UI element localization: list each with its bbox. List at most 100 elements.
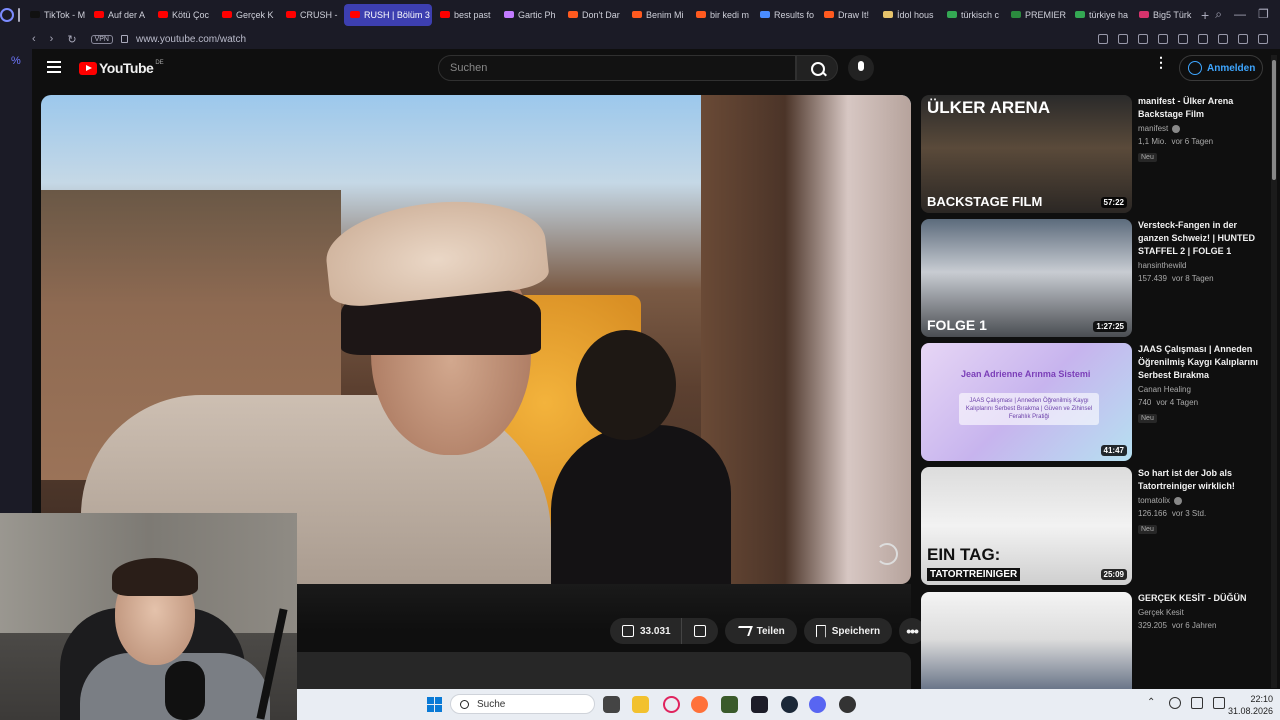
video-player[interactable] xyxy=(41,95,911,584)
voice-search-button[interactable] xyxy=(848,55,874,81)
volume-icon[interactable] xyxy=(1213,697,1225,709)
browser-tab[interactable]: Results fo xyxy=(754,4,816,26)
browser-tab[interactable]: türkisch c xyxy=(941,4,1003,26)
opera-gx-icon[interactable] xyxy=(663,696,680,713)
back-icon[interactable]: ‹ xyxy=(32,33,36,45)
channel-name[interactable]: tomatolix xyxy=(1138,496,1170,505)
download-icon[interactable] xyxy=(1238,34,1248,44)
recommended-video[interactable]: Jean Adrienne Arınma Sistemi JAAS Çalışma… xyxy=(921,343,1266,463)
browser-tab[interactable]: TikTok - M xyxy=(24,4,86,26)
browser-tab[interactable]: Big5 Türk xyxy=(1133,4,1195,26)
heart-icon[interactable] xyxy=(1178,34,1188,44)
dislike-button[interactable] xyxy=(681,618,718,644)
tab-label: Benim Mi xyxy=(646,9,684,20)
editor-app-icon[interactable] xyxy=(751,696,768,713)
video-title[interactable]: JAAS Çalışması | Anneden Öğrenilmiş Kayg… xyxy=(1138,343,1266,382)
video-meta: 157.439 vor 8 Tagen xyxy=(1138,274,1266,283)
profile-icon[interactable] xyxy=(1218,34,1228,44)
url-field[interactable]: www.youtube.com/watch xyxy=(136,34,246,45)
video-thumbnail[interactable]: ÜLKER ARENA BACKSTAGE FILM 57:22 xyxy=(921,95,1132,213)
search-tabs-icon[interactable]: ⌕ xyxy=(1215,7,1222,22)
browser-tab[interactable]: Draw It! xyxy=(818,4,875,26)
browser-tab[interactable]: bir kedi m xyxy=(690,4,752,26)
maximize-icon[interactable]: ❐ xyxy=(1258,7,1269,22)
tab-islands-icon[interactable] xyxy=(18,7,20,22)
channel-name[interactable]: manifest xyxy=(1138,124,1168,133)
lock-icon[interactable] xyxy=(120,35,128,43)
video-thumbnail[interactable]: EIN TAG: TATORTREINIGER 25:09 xyxy=(921,467,1132,585)
file-explorer-icon[interactable] xyxy=(632,696,649,713)
browser-tab[interactable]: best past xyxy=(434,4,496,26)
settings-menu-icon[interactable]: ⋮ xyxy=(1154,55,1168,69)
taskbar-search[interactable]: Suche xyxy=(450,694,595,714)
recommended-video[interactable]: FOLGE 1 1:27:25 Versteck-Fangen in der gan… xyxy=(921,219,1266,339)
browser-tab[interactable]: Kötü Çoc xyxy=(152,4,214,26)
browser-tab[interactable]: PREMIER xyxy=(1005,4,1067,26)
firefox-icon[interactable] xyxy=(691,696,708,713)
save-button[interactable]: Speichern xyxy=(803,618,893,644)
tray-overflow-icon[interactable]: ⌃ xyxy=(1147,697,1159,709)
tab-favicon-icon xyxy=(696,11,706,18)
channel-name[interactable]: hansinthewild xyxy=(1138,261,1186,270)
player-icon[interactable] xyxy=(1158,34,1168,44)
pin-icon[interactable] xyxy=(1098,34,1108,44)
browser-tab[interactable]: İdol hous xyxy=(877,4,939,26)
search-button[interactable] xyxy=(796,55,838,81)
sign-in-button[interactable]: Anmelden xyxy=(1179,55,1263,81)
browser-tab[interactable]: Auf der A xyxy=(88,4,150,26)
browser-tab[interactable]: RUSH | Bölüm 3 xyxy=(344,3,432,26)
easy-setup-icon[interactable] xyxy=(1258,34,1268,44)
sidebar-percent-icon[interactable]: % xyxy=(11,55,32,67)
webcam-person-hair xyxy=(112,558,198,596)
opera-menu-icon[interactable] xyxy=(0,0,14,29)
extensions-icon[interactable] xyxy=(1198,34,1208,44)
recommended-video[interactable]: EIN TAG: TATORTREINIGER 25:09 So hart ist d… xyxy=(921,467,1266,587)
browser-tab[interactable]: türkiye ha xyxy=(1069,4,1131,26)
youtube-logo[interactable]: YouTube DE xyxy=(79,60,164,76)
channel-name[interactable]: Canan Healing xyxy=(1138,385,1191,394)
steam-icon[interactable] xyxy=(781,696,798,713)
network-icon[interactable] xyxy=(1191,697,1203,709)
vpn-badge[interactable]: VPN xyxy=(90,34,113,44)
tab-favicon-icon xyxy=(632,11,642,18)
shield-icon[interactable] xyxy=(1138,34,1148,44)
browser-tab[interactable]: Don't Dar xyxy=(562,4,624,26)
video-info: manifest - Ülker Arena Backstage Film man… xyxy=(1138,95,1266,164)
video-thumbnail[interactable]: Jean Adrienne Arınma Sistemi JAAS Çalışma… xyxy=(921,343,1132,461)
verified-check-icon xyxy=(1174,496,1183,505)
channel-name[interactable]: Gerçek Kesit xyxy=(1138,608,1184,617)
browser-tab[interactable]: CRUSH - xyxy=(280,4,342,26)
minecraft-icon[interactable] xyxy=(721,696,738,713)
video-title[interactable]: So hart ist der Job als Tatortreiniger w… xyxy=(1138,467,1266,493)
forward-icon[interactable]: › xyxy=(50,33,54,45)
menu-icon[interactable] xyxy=(47,61,61,73)
thumbnail-text-bottom: BACKSTAGE FILM xyxy=(927,194,1043,209)
like-button[interactable]: 33.031 xyxy=(610,618,682,644)
reload-icon[interactable]: ↻ xyxy=(67,33,76,46)
page-scrollbar-thumb[interactable] xyxy=(1272,60,1276,180)
task-view-icon[interactable] xyxy=(603,696,620,713)
new-tab-button[interactable]: + xyxy=(1195,7,1215,23)
video-meta: 740 vor 4 Tagen xyxy=(1138,398,1266,407)
windows-start-icon[interactable] xyxy=(427,697,442,712)
snapshot-icon[interactable] xyxy=(1118,34,1128,44)
obs-icon[interactable] xyxy=(839,696,856,713)
video-meta: 1,1 Mio. vor 6 Tagen xyxy=(1138,137,1266,146)
video-title[interactable]: GERÇEK KESİT - DÜĞÜN xyxy=(1138,592,1266,605)
recommended-video[interactable]: ÜLKER ARENA BACKSTAGE FILM 57:22 manifest -… xyxy=(921,95,1266,215)
video-title[interactable]: manifest - Ülker Arena Backstage Film xyxy=(1138,95,1266,121)
browser-tab[interactable]: Gerçek K xyxy=(216,4,278,26)
taskbar-clock[interactable]: 22:10 31.08.2026 xyxy=(1225,693,1273,717)
video-thumbnail[interactable]: FOLGE 1 1:27:25 xyxy=(921,219,1132,337)
channel-watermark-icon[interactable] xyxy=(876,543,898,565)
search-input[interactable]: Suchen xyxy=(438,55,796,81)
browser-tab[interactable]: Gartic Ph xyxy=(498,4,560,26)
video-title[interactable]: Versteck-Fangen in der ganzen Schweiz! |… xyxy=(1138,219,1266,258)
thumbnail-text-top: ÜLKER ARENA xyxy=(927,98,1051,117)
minimize-icon[interactable]: — xyxy=(1234,7,1246,22)
share-button[interactable]: Teilen xyxy=(724,618,797,644)
browser-tab[interactable]: Benim Mi xyxy=(626,4,688,26)
discord-icon[interactable] xyxy=(809,696,826,713)
clock-time: 22:10 xyxy=(1250,694,1273,704)
microphone-icon[interactable] xyxy=(1169,697,1181,709)
